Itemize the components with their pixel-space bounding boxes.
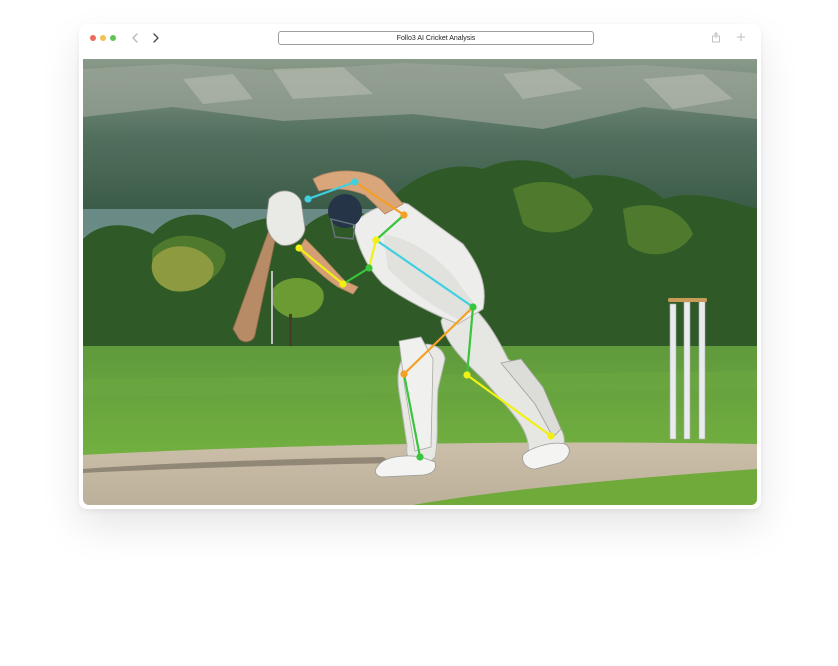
bails xyxy=(668,298,707,302)
keypoint-left-wrist xyxy=(304,195,312,203)
back-button[interactable] xyxy=(127,29,143,47)
light-pole xyxy=(271,271,273,344)
keypoint-back-ankle xyxy=(547,432,555,440)
address-text: Follo3 AI Cricket Analysis xyxy=(396,34,476,42)
forward-button[interactable] xyxy=(148,29,164,47)
new-tab-button[interactable] xyxy=(734,30,748,44)
chevron-right-icon xyxy=(153,33,159,43)
stump-right xyxy=(698,299,706,440)
keypoint-hand xyxy=(295,244,303,252)
keypoint-hip xyxy=(469,303,477,311)
keypoint-front-ankle xyxy=(416,453,424,461)
minimize-window-button[interactable] xyxy=(100,35,106,41)
address-bar[interactable]: Follo3 AI Cricket Analysis xyxy=(278,31,594,45)
stump-middle xyxy=(683,301,691,440)
cricket-scene xyxy=(83,59,757,505)
chevron-left-icon xyxy=(132,33,138,43)
keypoint-wrist xyxy=(365,264,373,272)
analysis-viewport xyxy=(83,59,757,505)
keypoint-left-shoulder xyxy=(351,178,359,186)
batting-gloves xyxy=(266,190,306,246)
title-bar: Follo3 AI Cricket Analysis xyxy=(79,24,761,58)
stump-left xyxy=(669,303,677,440)
browser-window: Follo3 AI Cricket Analysis xyxy=(79,24,761,509)
keypoint-back-knee xyxy=(463,371,471,379)
plus-icon xyxy=(737,33,745,41)
close-window-button[interactable] xyxy=(90,35,96,41)
share-icon xyxy=(712,31,720,42)
keypoint-neck xyxy=(372,236,380,244)
keypoint-right-shoulder xyxy=(400,211,408,219)
share-button[interactable] xyxy=(709,30,723,44)
keypoint-front-knee xyxy=(400,370,408,378)
keypoint-elbow xyxy=(339,280,347,288)
zoom-window-button[interactable] xyxy=(110,35,116,41)
